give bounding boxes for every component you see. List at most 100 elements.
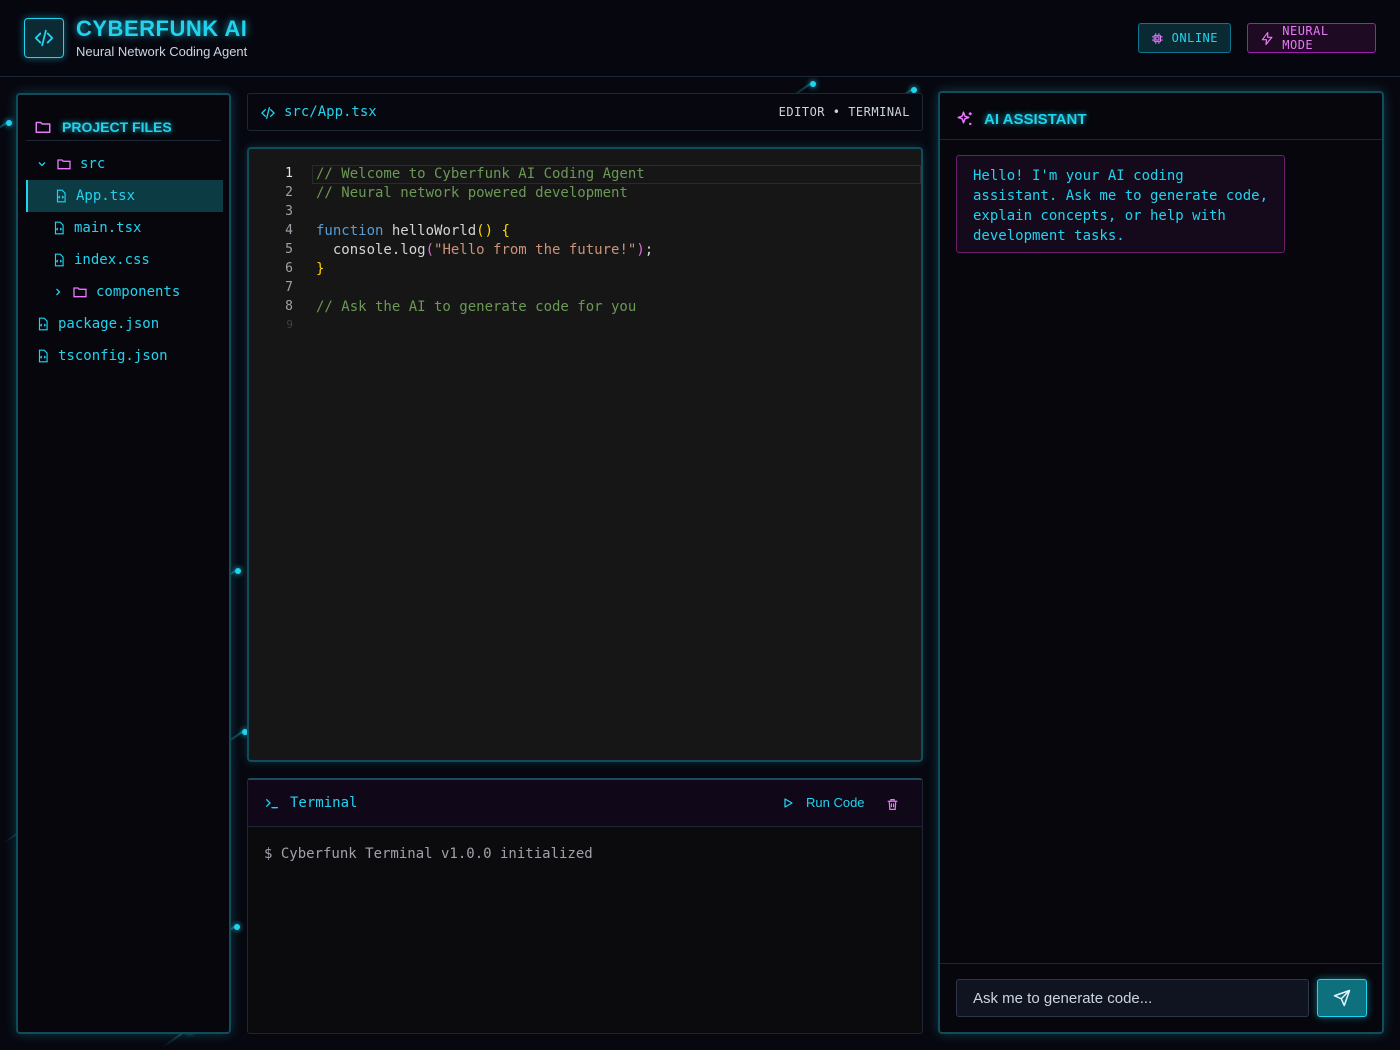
sparkles-icon bbox=[957, 111, 972, 125]
code-token: { bbox=[493, 223, 510, 239]
line-number: 2 bbox=[285, 185, 293, 200]
run-code-label: Run Code bbox=[806, 795, 865, 810]
tree-item-label: package.json bbox=[58, 316, 160, 332]
tree-file-index-css[interactable]: index.css bbox=[52, 244, 150, 276]
code-line: 9 bbox=[249, 318, 921, 337]
project-files-panel: PROJECT FILES src App.tsx main.tsx index… bbox=[16, 93, 231, 1034]
tree-file-package-json[interactable]: package.json bbox=[36, 308, 159, 340]
terminal-icon bbox=[266, 799, 278, 809]
tree-item-label: tsconfig.json bbox=[58, 348, 168, 364]
terminal-header: Terminal Run Code bbox=[248, 780, 922, 827]
file-code-icon bbox=[54, 253, 64, 267]
ai-assistant-header: AI ASSISTANT bbox=[956, 107, 1087, 131]
tree-item-label: components bbox=[96, 284, 181, 300]
clear-terminal-button[interactable] bbox=[886, 796, 899, 815]
file-code-icon bbox=[54, 221, 64, 235]
terminal-panel: Terminal Run Code $ Cyberfunk Terminal v… bbox=[247, 778, 923, 1034]
project-files-header: PROJECT FILES bbox=[34, 113, 221, 141]
ai-assistant-panel: AI ASSISTANT Hello! I'm your AI coding a… bbox=[938, 91, 1384, 1034]
code-text: // Welcome to Cyberfunk AI Coding Agent bbox=[316, 166, 645, 182]
line-number: 3 bbox=[285, 204, 293, 219]
tree-item-label: index.css bbox=[74, 252, 150, 268]
line-number: 9 bbox=[286, 318, 293, 331]
code-line: 5 console.log("Hello from the future!"); bbox=[249, 242, 921, 261]
line-number: 8 bbox=[285, 299, 293, 314]
code-line: 4 function helloWorld() { bbox=[249, 223, 921, 242]
terminal-title: Terminal bbox=[264, 795, 357, 811]
editor-path-bar: src/App.tsx EDITOR • TERMINAL bbox=[247, 93, 923, 131]
folder-icon bbox=[57, 159, 71, 170]
folder-icon bbox=[73, 287, 87, 298]
code-text: } bbox=[316, 261, 325, 277]
line-number: 5 bbox=[285, 242, 293, 257]
assistant-message: Hello! I'm your AI coding assistant. Ask… bbox=[956, 155, 1285, 253]
particle bbox=[6, 120, 12, 126]
code-line: 7 bbox=[249, 280, 921, 299]
particle bbox=[235, 568, 241, 574]
app-subtitle: Neural Network Coding Agent bbox=[76, 44, 248, 59]
project-files-title: PROJECT FILES bbox=[62, 119, 172, 135]
code-text: console.log("Hello from the future!"); bbox=[316, 242, 653, 258]
tree-file-tsconfig-json[interactable]: tsconfig.json bbox=[36, 340, 168, 372]
chevron-right-icon bbox=[56, 288, 61, 296]
send-button[interactable] bbox=[1317, 979, 1367, 1017]
file-path: src/App.tsx bbox=[284, 104, 377, 120]
code-token: ( bbox=[425, 242, 435, 258]
neural-mode-label: NEURAL MODE bbox=[1282, 24, 1329, 52]
code-text: function helloWorld() { bbox=[316, 223, 510, 239]
lightning-icon bbox=[1261, 31, 1273, 45]
online-label: ONLINE bbox=[1171, 31, 1218, 45]
code-icon bbox=[261, 107, 275, 119]
code-line: 8 // Ask the AI to generate code for you bbox=[249, 299, 921, 318]
code-line: 2 // Neural network powered development bbox=[249, 185, 921, 204]
terminal-title-label: Terminal bbox=[290, 795, 358, 811]
code-line: 6 } bbox=[249, 261, 921, 280]
file-code-icon bbox=[56, 189, 66, 203]
cpu-icon bbox=[1152, 32, 1163, 44]
play-icon bbox=[784, 797, 793, 808]
code-token: helloWorld bbox=[383, 223, 477, 239]
code-token: function bbox=[316, 223, 384, 239]
online-status-button[interactable]: ONLINE bbox=[1138, 23, 1231, 53]
tree-item-label: src bbox=[80, 156, 106, 172]
code-text: // Ask the AI to generate code for you bbox=[316, 299, 637, 315]
terminal-output: $ Cyberfunk Terminal v1.0.0 initialized bbox=[264, 846, 593, 862]
code-token: ; bbox=[644, 242, 654, 258]
tree-file-app-tsx[interactable]: App.tsx bbox=[26, 180, 223, 212]
folder-icon bbox=[35, 121, 51, 133]
line-number: 6 bbox=[285, 261, 293, 276]
view-mode-label[interactable]: EDITOR • TERMINAL bbox=[779, 105, 910, 119]
file-code-icon bbox=[38, 317, 48, 331]
tree-item-label: App.tsx bbox=[76, 188, 136, 204]
divider bbox=[940, 963, 1382, 964]
code-token: () bbox=[476, 223, 494, 239]
send-icon bbox=[1333, 989, 1351, 1007]
divider bbox=[940, 139, 1382, 140]
file-code-icon bbox=[38, 349, 48, 363]
tree-item-label: main.tsx bbox=[74, 220, 142, 236]
chevron-down-icon bbox=[38, 162, 46, 167]
code-token: ) bbox=[636, 242, 645, 258]
chat-input[interactable] bbox=[956, 979, 1309, 1017]
neural-mode-button[interactable]: NEURAL MODE bbox=[1247, 23, 1376, 53]
app-title: CYBERFUNK AI bbox=[76, 16, 248, 41]
code-logo-icon bbox=[24, 18, 64, 58]
tree-file-main-tsx[interactable]: main.tsx bbox=[52, 212, 141, 244]
code-editor[interactable]: 1 // Welcome to Cyberfunk AI Coding Agen… bbox=[247, 147, 923, 762]
line-number: 4 bbox=[285, 223, 293, 238]
tree-folder-components[interactable]: components bbox=[52, 276, 180, 308]
particle bbox=[234, 924, 240, 930]
app-header: CYBERFUNK AI Neural Network Coding Agent… bbox=[0, 0, 1400, 77]
tree-folder-src[interactable]: src bbox=[36, 148, 105, 180]
line-number: 1 bbox=[285, 166, 293, 181]
trash-icon bbox=[887, 799, 898, 810]
divider bbox=[26, 140, 221, 141]
code-line: 1 // Welcome to Cyberfunk AI Coding Agen… bbox=[249, 166, 921, 185]
line-number: 7 bbox=[285, 280, 293, 295]
code-line: 3 bbox=[249, 204, 921, 223]
ai-assistant-title: AI ASSISTANT bbox=[984, 110, 1087, 128]
run-code-button[interactable]: Run Code bbox=[782, 795, 865, 810]
code-text: // Neural network powered development bbox=[316, 185, 628, 201]
particle bbox=[810, 81, 816, 87]
code-token: "Hello from the future!" bbox=[434, 242, 637, 258]
